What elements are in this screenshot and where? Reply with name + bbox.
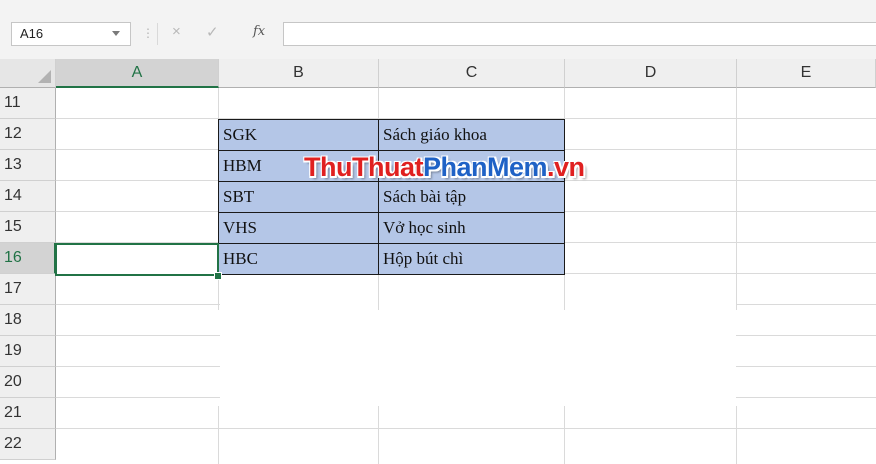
gridline — [736, 88, 737, 310]
column-header-b[interactable]: B — [219, 59, 379, 88]
divider — [157, 23, 158, 45]
chevron-down-icon[interactable] — [112, 31, 120, 36]
gridline — [56, 428, 876, 429]
gridline — [736, 304, 876, 305]
fill-handle[interactable] — [214, 272, 222, 280]
gridline — [218, 406, 219, 464]
gridline — [56, 304, 220, 305]
row-header-21[interactable]: 21 — [0, 398, 56, 429]
row-header-13[interactable]: 13 — [0, 150, 56, 181]
column-header-c[interactable]: C — [379, 59, 565, 88]
gridline — [736, 366, 876, 367]
cell-b14[interactable]: SBT — [218, 181, 379, 213]
gridline — [56, 397, 220, 398]
active-cell-a16[interactable] — [55, 243, 219, 276]
cell-b12[interactable]: SGK — [218, 119, 379, 151]
insert-function-icon[interactable]: fx — [253, 24, 265, 39]
cell-b16[interactable]: HBC — [218, 243, 379, 275]
watermark-part-1: ThuThuat — [304, 152, 423, 182]
cell-c15[interactable]: Vở học sinh — [378, 212, 565, 244]
row-header-18[interactable]: 18 — [0, 305, 56, 336]
row-header-12[interactable]: 12 — [0, 119, 56, 150]
drag-handle-icon[interactable]: ⋮ — [142, 26, 154, 40]
gridline — [564, 406, 565, 464]
row-header-16[interactable]: 16 — [0, 243, 56, 274]
column-header-e[interactable]: E — [737, 59, 876, 88]
row-header-15[interactable]: 15 — [0, 212, 56, 243]
gridline — [736, 406, 737, 464]
watermark-part-2: PhanMem — [422, 152, 548, 182]
column-header-a[interactable]: A — [56, 59, 219, 88]
column-header-d[interactable]: D — [565, 59, 737, 88]
enter-icon[interactable]: ✓ — [206, 23, 219, 41]
gridline — [736, 397, 876, 398]
cell-c12[interactable]: Sách giáo khoa — [378, 119, 565, 151]
row-header-11[interactable]: 11 — [0, 88, 56, 119]
row-header-20[interactable]: 20 — [0, 367, 56, 398]
ribbon-edge — [0, 0, 876, 10]
cell-c14[interactable]: Sách bài tập — [378, 181, 565, 213]
watermark-logo: ThuThuatPhanMem.vn — [304, 152, 585, 183]
select-all-icon — [38, 70, 51, 83]
row-header-19[interactable]: 19 — [0, 336, 56, 367]
gridline — [56, 366, 220, 367]
row-header-17[interactable]: 17 — [0, 274, 56, 305]
gridline — [56, 335, 220, 336]
watermark-part-3: .vn — [547, 152, 585, 182]
select-all-button[interactable] — [0, 59, 56, 88]
gridline — [378, 406, 379, 464]
gridline — [736, 335, 876, 336]
cancel-icon[interactable]: × — [172, 23, 181, 40]
formula-input[interactable] — [283, 22, 876, 46]
formula-bar: A16 ⋮ × ✓ fx — [0, 10, 876, 59]
cell-b15[interactable]: VHS — [218, 212, 379, 244]
row-header-22[interactable]: 22 — [0, 429, 56, 460]
row-header-14[interactable]: 14 — [0, 181, 56, 212]
cell-c16[interactable]: Hộp bút chì — [378, 243, 565, 275]
